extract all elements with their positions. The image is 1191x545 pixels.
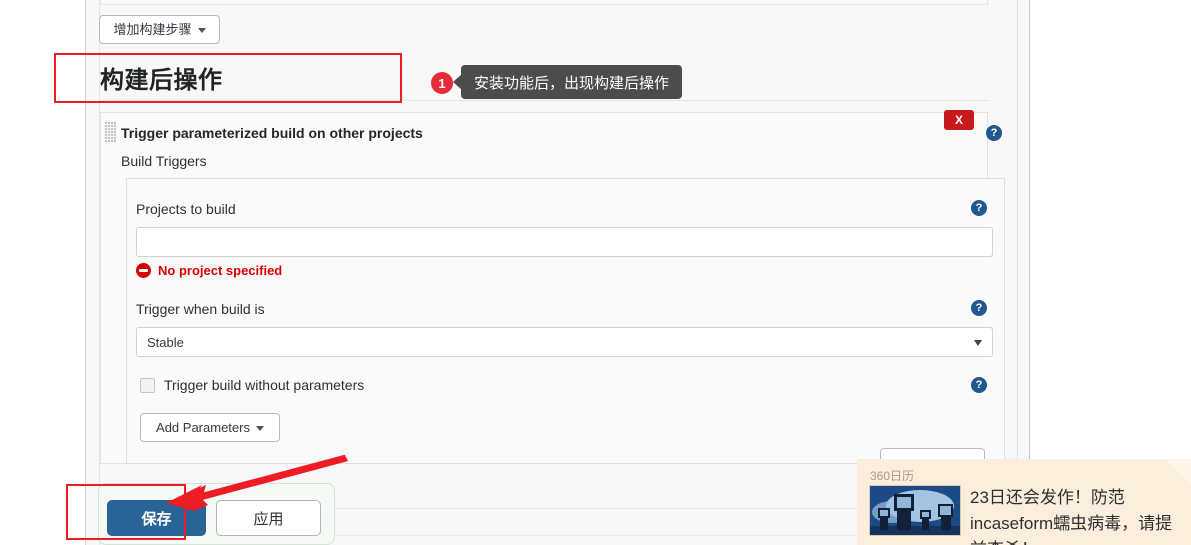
- trigger-when-build-is-label: Trigger when build is: [136, 301, 265, 317]
- chevron-down-icon: [974, 340, 982, 346]
- toast-source-label: 360日历: [870, 469, 915, 483]
- apply-button[interactable]: 应用: [216, 500, 321, 536]
- annotation-badge-1: 1: [431, 72, 453, 94]
- projects-to-build-label: Projects to build: [136, 201, 236, 217]
- help-icon-projects[interactable]: ?: [971, 200, 987, 216]
- projects-to-build-input[interactable]: [136, 227, 993, 257]
- trigger-when-build-is-select[interactable]: Stable: [136, 327, 993, 357]
- trigger-selected-value: Stable: [147, 334, 184, 350]
- delete-publisher-button[interactable]: X: [944, 110, 974, 130]
- build-triggers-label: Build Triggers: [121, 153, 207, 169]
- toast-message: 23日还会发作！防范incaseform蠕虫病毒，请提前查杀！: [970, 488, 1173, 545]
- trigger-without-parameters-label: Trigger build without parameters: [164, 377, 365, 393]
- toast-thumbnail-image: [869, 485, 961, 536]
- annotation-tooltip: 安装功能后，出现构建后操作: [461, 65, 683, 99]
- add-build-step-label: 增加构建步骤: [113, 22, 192, 37]
- top-section-strip: [100, 0, 988, 5]
- help-icon-trigger[interactable]: ?: [971, 300, 987, 316]
- chevron-down-icon: [255, 426, 264, 431]
- drag-handle-icon[interactable]: [105, 122, 116, 142]
- add-build-step-button[interactable]: 增加构建步骤: [99, 15, 220, 44]
- projects-error-message: No project specified: [136, 263, 282, 278]
- trigger-without-parameters-row[interactable]: Trigger build without parameters: [140, 377, 364, 393]
- add-parameters-button[interactable]: Add Parameters: [140, 413, 280, 442]
- add-parameters-label: Add Parameters: [156, 420, 250, 435]
- heading-divider: [100, 100, 988, 101]
- help-icon-publisher[interactable]: ?: [986, 125, 1002, 141]
- save-button[interactable]: 保存: [107, 500, 206, 536]
- browser-viewport: 增加构建步骤 构建后操作 1 安装功能后，出现构建后操作 Trigger par…: [0, 0, 1191, 545]
- toast-corner-fold: [1165, 459, 1191, 485]
- projects-error-text: No project specified: [158, 263, 283, 278]
- trigger-without-parameters-checkbox[interactable]: [140, 377, 155, 393]
- error-icon: [136, 263, 151, 278]
- publisher-title: Trigger parameterized build on other pro…: [121, 125, 423, 141]
- help-icon-no-parameters[interactable]: ?: [971, 377, 987, 393]
- chevron-down-icon: [197, 28, 206, 33]
- notification-toast[interactable]: 360日历 23日还会发作！防范incaseform蠕虫病毒，请提前: [857, 459, 1191, 545]
